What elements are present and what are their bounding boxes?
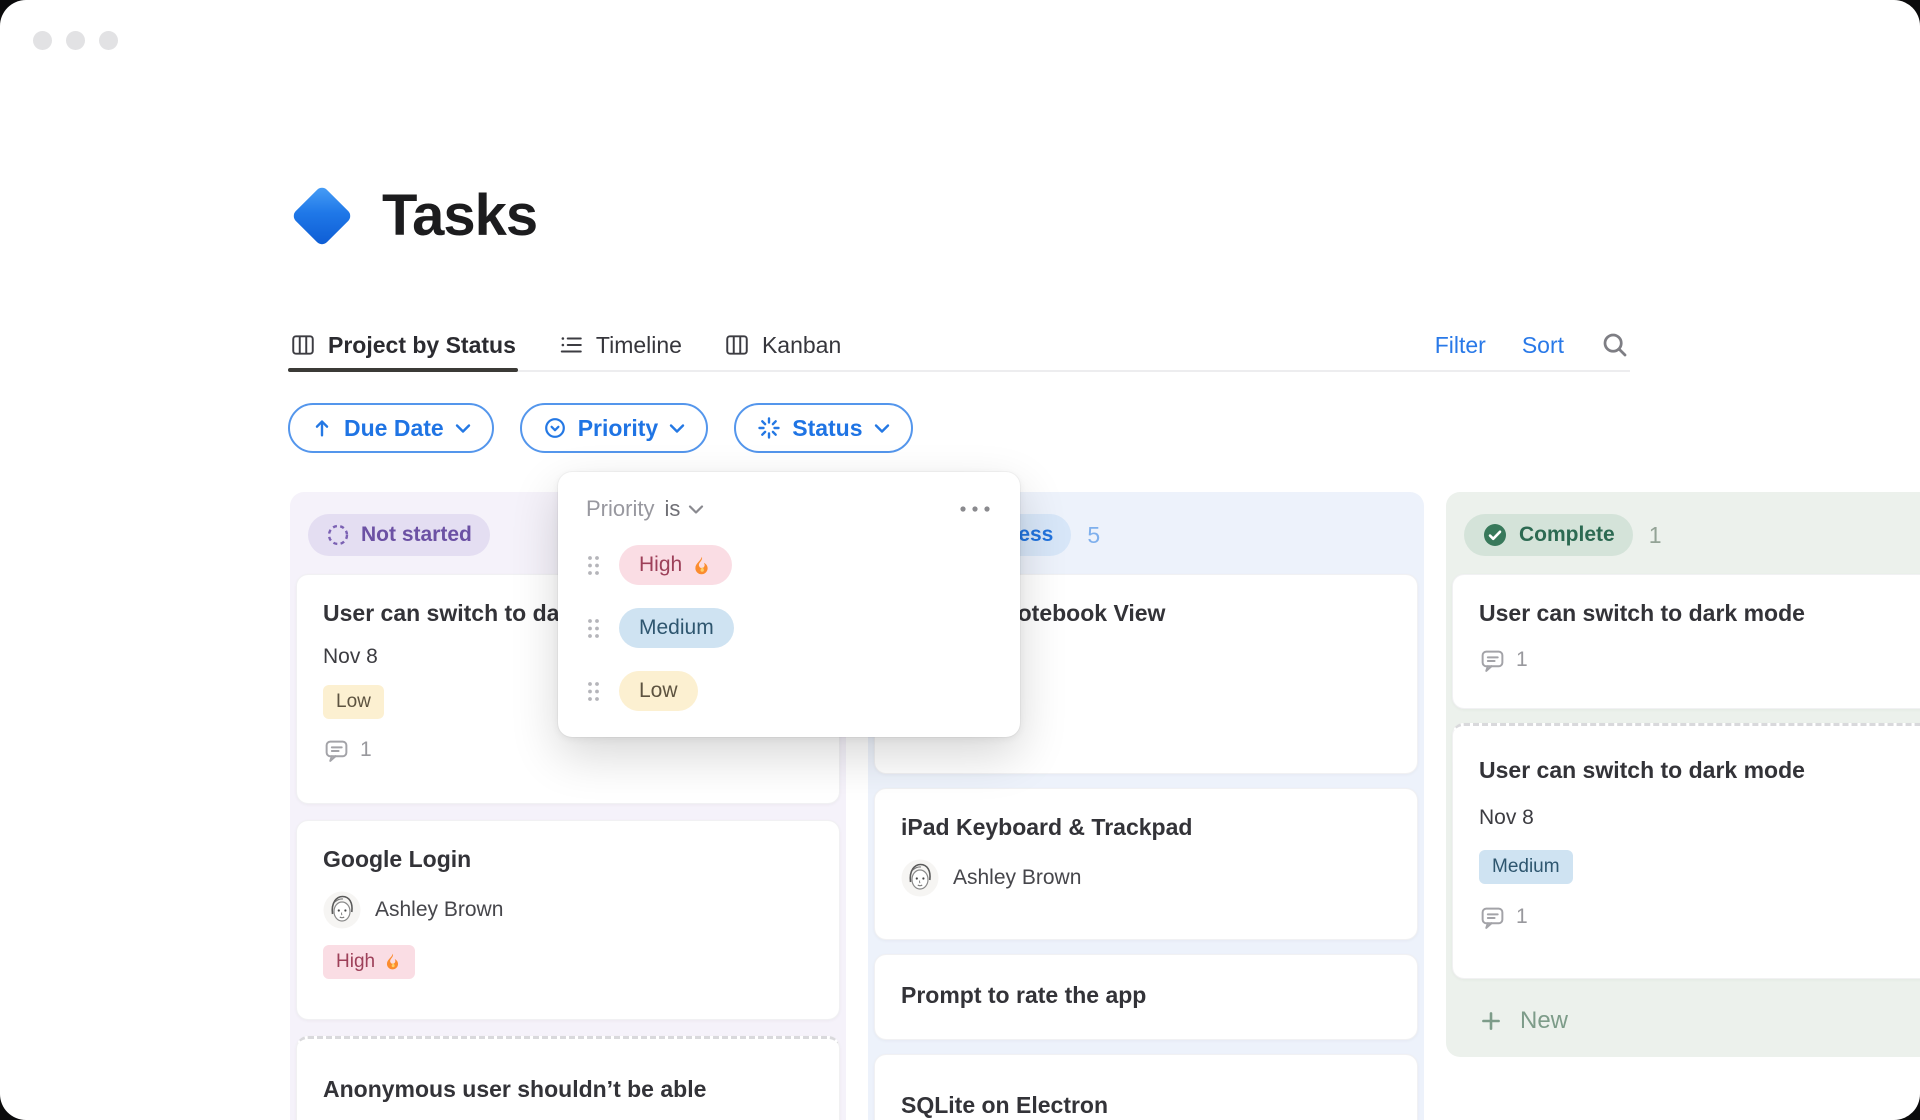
priority-badge-medium: Medium: [1479, 849, 1573, 884]
dropdown-option-high[interactable]: High: [586, 545, 992, 585]
task-card[interactable]: SQLite on Electron: [874, 1054, 1418, 1120]
chevron-down-icon: [874, 423, 890, 434]
toolbar-links: Filter Sort: [1435, 330, 1630, 360]
avatar: [323, 891, 361, 929]
app-window: Tasks Project by Status Timeline Kanban …: [0, 0, 1920, 1120]
card-title: Anonymous user shouldn’t be able: [323, 1076, 707, 1102]
priority-badge-low: Low: [323, 684, 384, 719]
plus-icon: [1478, 1008, 1504, 1034]
column-header: Complete 1: [1452, 498, 1920, 574]
sort-link[interactable]: Sort: [1522, 332, 1564, 359]
view-tabbar: Project by Status Timeline Kanban Filter…: [288, 320, 1630, 372]
task-card[interactable]: User can switch to dark mode 1: [1452, 574, 1920, 709]
check-circle-icon: [1482, 522, 1508, 548]
filter-pill-label: Due Date: [344, 414, 444, 441]
card-assignee: Ashley Brown: [901, 859, 1391, 897]
dashed-circle-icon: [326, 523, 350, 547]
card-title: User can switch to dark mode: [1479, 600, 1805, 626]
filter-pill-due-date[interactable]: Due Date: [288, 403, 494, 453]
comment-bubble-icon: [1479, 647, 1506, 674]
task-card[interactable]: Anonymous user shouldn’t be able: [296, 1036, 840, 1120]
card-title: Prompt to rate the app: [901, 982, 1147, 1008]
drag-handle-icon[interactable]: [586, 617, 601, 640]
fire-icon: [383, 952, 402, 971]
window-close-button[interactable]: [33, 31, 52, 50]
chevron-down-icon: [669, 423, 685, 434]
blue-diamond-icon: [290, 184, 354, 247]
filter-pill-priority[interactable]: Priority: [519, 403, 709, 453]
priority-icon: [543, 416, 567, 440]
drag-handle-icon[interactable]: [586, 680, 601, 703]
column-label: Complete: [1519, 523, 1615, 546]
window-minimize-button[interactable]: [66, 31, 85, 50]
page-title: Tasks: [382, 183, 538, 248]
tab-label: Kanban: [761, 331, 842, 358]
tab-label: Project by Status: [328, 331, 516, 358]
fire-icon: [691, 555, 712, 576]
priority-badge-high: High: [323, 944, 416, 979]
card-title: iPad Keyboard & Trackpad: [901, 814, 1193, 840]
filter-row: Due Date Priority Status: [288, 403, 913, 453]
column-complete: Complete 1 User can switch to dark mode …: [1446, 492, 1920, 1057]
column-count: 5: [1087, 521, 1101, 548]
tab-label: Timeline: [595, 331, 682, 358]
dropdown-option-low[interactable]: Low: [586, 671, 992, 711]
card-title: User can switch to dark mode: [1479, 757, 1805, 783]
filter-pill-status[interactable]: Status: [734, 403, 913, 453]
task-card[interactable]: Google Login Ashley Brown High: [296, 820, 840, 1020]
timeline-view-icon: [558, 332, 584, 358]
comment-count: 1: [1479, 904, 1920, 931]
task-card[interactable]: User can switch to dark mode Nov 8 Mediu…: [1452, 723, 1920, 979]
status-pill-complete[interactable]: Complete: [1464, 514, 1633, 556]
dropdown-header: Priority is: [586, 496, 992, 522]
card-title: SQLite on Electron: [901, 1092, 1109, 1118]
chevron-down-icon: [455, 423, 471, 434]
task-card[interactable]: Prompt to rate the app: [874, 954, 1418, 1040]
window-controls[interactable]: [33, 31, 118, 50]
dropdown-operator[interactable]: is: [664, 496, 680, 522]
tab-project-by-status[interactable]: Project by Status: [288, 320, 518, 372]
more-options-icon[interactable]: [958, 504, 992, 514]
comment-count: 1: [323, 737, 813, 764]
dropdown-option-medium[interactable]: Medium: [586, 608, 992, 648]
kanban-view-icon: [724, 332, 750, 358]
board-view-icon: [290, 332, 316, 358]
filter-pill-label: Status: [792, 414, 863, 441]
chevron-down-icon[interactable]: [688, 504, 704, 515]
comment-count: 1: [1479, 647, 1920, 674]
column-count: 1: [1648, 521, 1662, 548]
status-pill-not-started[interactable]: Not started: [308, 514, 490, 556]
card-title: Google Login: [323, 846, 472, 872]
status-burst-icon: [757, 416, 781, 440]
priority-filter-dropdown: Priority is High Medium Low: [558, 472, 1020, 737]
filter-pill-label: Priority: [577, 414, 659, 441]
priority-option-medium[interactable]: Medium: [619, 608, 734, 648]
tab-timeline[interactable]: Timeline: [558, 320, 682, 370]
comment-bubble-icon: [323, 737, 350, 764]
search-icon[interactable]: [1600, 330, 1630, 360]
task-card[interactable]: iPad Keyboard & Trackpad Ashley Brown: [874, 788, 1418, 940]
priority-option-low[interactable]: Low: [619, 671, 698, 711]
filter-link[interactable]: Filter: [1435, 332, 1486, 359]
window-zoom-button[interactable]: [99, 31, 118, 50]
page-header: Tasks: [290, 182, 538, 249]
comment-bubble-icon: [1479, 904, 1506, 931]
column-label: Not started: [361, 523, 472, 546]
card-due-date: Nov 8: [1479, 805, 1534, 829]
add-new-card-button[interactable]: New: [1452, 993, 1920, 1049]
avatar: [901, 859, 939, 897]
priority-option-high[interactable]: High: [619, 545, 733, 585]
dropdown-field-label: Priority: [586, 496, 655, 521]
card-assignee: Ashley Brown: [323, 891, 813, 929]
drag-handle-icon[interactable]: [586, 554, 601, 577]
tab-kanban[interactable]: Kanban: [724, 320, 841, 370]
arrow-up-icon: [311, 417, 333, 439]
